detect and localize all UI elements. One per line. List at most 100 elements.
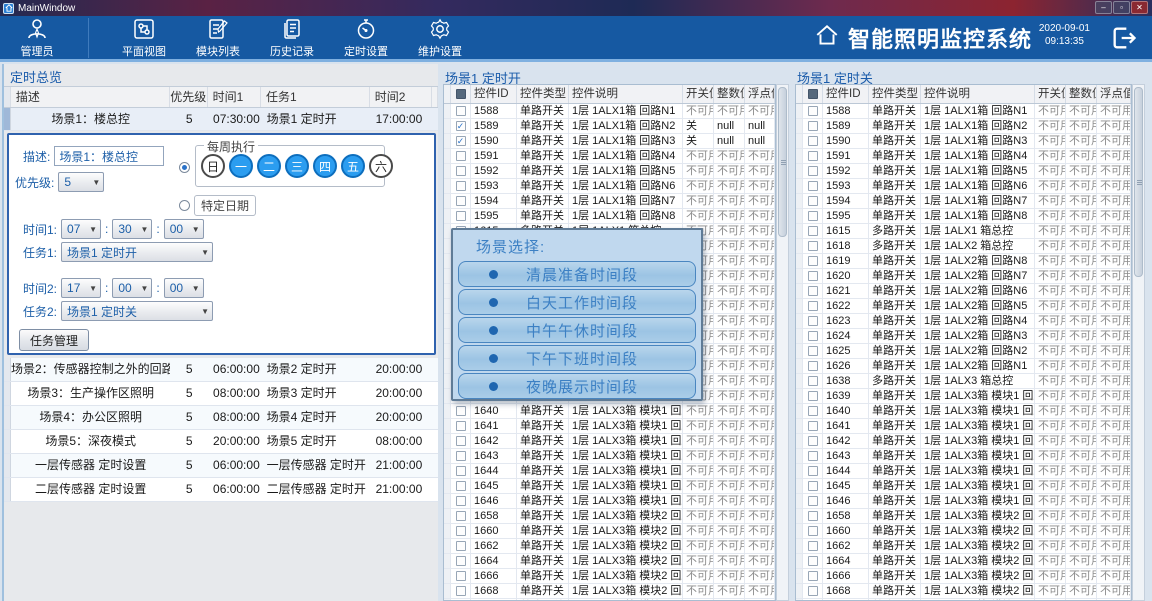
time2-second-select[interactable]: 00▼ [164,278,204,298]
row-checkbox[interactable] [451,134,471,148]
row-checkbox[interactable] [803,134,823,148]
table-row[interactable]: 1589单路开关1层 1ALX1箱 回路N2不可用不可用不可用 [796,119,1131,134]
table-row[interactable]: 1591单路开关1层 1ALX1箱 回路N4不可用不可用不可用 [444,149,775,164]
row-checkbox[interactable] [803,119,823,133]
toolbar-item-timer-settings[interactable]: 定时设置 [329,16,403,60]
overview-row[interactable]: 场景5：深夜模式520:00:00场景5 定时开08:00:00场景 [4,430,438,454]
table-row[interactable]: 1590单路开关1层 1ALX1箱 回路N3不可用不可用不可用 [796,134,1131,149]
toolbar-item-module-list[interactable]: 模块列表 [181,16,255,60]
time2-minute-select[interactable]: 00▼ [112,278,152,298]
table-row[interactable]: 1620单路开关1层 1ALX2箱 回路N7不可用不可用不可用 [796,269,1131,284]
weekday-toggle[interactable]: 日 [201,154,225,178]
row-checkbox[interactable] [451,164,471,178]
maximize-button[interactable]: ▫ [1113,1,1130,14]
table-row[interactable]: 1639单路开关1层 1ALX3箱 模块1 回路N8不可用不可用不可用 [796,389,1131,404]
column-header[interactable]: 开关值 [1035,85,1066,103]
table-row[interactable]: 1642单路开关1层 1ALX3箱 模块1 回路N5不可用不可用不可用 [444,434,775,449]
row-checkbox[interactable] [451,524,471,538]
toolbar-item-admin[interactable]: 管理员 [0,16,74,60]
row-checkbox[interactable] [803,374,823,388]
table-row[interactable]: 1668单路开关1层 1ALX3箱 模块2 回路N14不可用不可用不可用 [796,584,1131,599]
row-checkbox[interactable] [803,239,823,253]
scene-time-button[interactable]: 夜晚展示时间段 [458,373,696,399]
weekly-radio[interactable] [179,162,190,173]
table-row[interactable]: 1666单路开关1层 1ALX3箱 模块2 回路N13不可用不可用不可用 [444,569,775,584]
select-all-checkbox[interactable] [803,85,823,103]
table-row[interactable]: 1640单路开关1层 1ALX3箱 模块1 回路N7不可用不可用不可用 [796,404,1131,419]
row-checkbox[interactable] [451,419,471,433]
desc-input[interactable] [54,146,164,166]
column-header[interactable]: 浮点值 [1097,85,1131,103]
table-row[interactable]: 1618多路开关1层 1ALX2 箱总控不可用不可用不可用 [796,239,1131,254]
table-row[interactable]: 1642单路开关1层 1ALX3箱 模块1 回路N5不可用不可用不可用 [796,434,1131,449]
time1-hour-select[interactable]: 07▼ [61,219,101,239]
row-checkbox[interactable] [451,569,471,583]
overview-selected-row[interactable]: 场景1：楼总控507:30:00场景1 定时开17:00:00场景 [4,108,438,131]
table-row[interactable]: 1640单路开关1层 1ALX3箱 模块1 回路N7不可用不可用不可用 [444,404,775,419]
table-row[interactable]: 1593单路开关1层 1ALX1箱 回路N6不可用不可用不可用 [444,179,775,194]
table-row[interactable]: 1594单路开关1层 1ALX1箱 回路N7不可用不可用不可用 [444,194,775,209]
weekday-toggle[interactable]: 三 [285,154,309,178]
row-checkbox[interactable] [451,449,471,463]
toolbar-item-plan-view[interactable]: 平面视图 [107,16,181,60]
row-checkbox[interactable] [803,164,823,178]
row-checkbox[interactable] [803,584,823,598]
task1-select[interactable]: 场景1 定时开▼ [61,242,213,262]
row-checkbox[interactable] [803,209,823,223]
logout-button[interactable] [1110,24,1138,57]
table-row[interactable]: 1645单路开关1层 1ALX3箱 模块1 回路N2不可用不可用不可用 [444,479,775,494]
scrollbar-thumb[interactable] [778,87,787,237]
row-checkbox[interactable] [451,194,471,208]
row-checkbox[interactable] [803,464,823,478]
table-row[interactable]: 1644单路开关1层 1ALX3箱 模块1 回路N3不可用不可用不可用 [444,464,775,479]
column-header[interactable]: 任务2 [432,87,438,107]
column-header[interactable]: 控件类型 [869,85,921,103]
weekday-toggle[interactable]: 五 [341,154,365,178]
table-row[interactable]: 1638多路开关1层 1ALX3 箱总控不可用不可用不可用 [796,374,1131,389]
row-checkbox[interactable] [803,389,823,403]
row-checkbox[interactable] [803,179,823,193]
time2-hour-select[interactable]: 17▼ [61,278,101,298]
row-checkbox[interactable] [803,434,823,448]
table-row[interactable]: 1595单路开关1层 1ALX1箱 回路N8不可用不可用不可用 [796,209,1131,224]
row-checkbox[interactable] [451,554,471,568]
table-row[interactable]: 1643单路开关1层 1ALX3箱 模块1 回路N4不可用不可用不可用 [796,449,1131,464]
row-checkbox[interactable] [451,149,471,163]
overview-row[interactable]: 一层传感器 定时设置506:00:00一层传感器 定时开21:00:00一层 [4,454,438,478]
table-row[interactable]: 1592单路开关1层 1ALX1箱 回路N5不可用不可用不可用 [444,164,775,179]
task2-select[interactable]: 场景1 定时关▼ [61,301,213,321]
table-row[interactable]: 1658单路开关1层 1ALX3箱 模块2 回路N9不可用不可用不可用 [796,509,1131,524]
task-manage-button[interactable]: 任务管理 [19,329,89,351]
weekday-toggle[interactable]: 六 [369,154,393,178]
table-row[interactable]: 1615多路开关1层 1ALX1 箱总控不可用不可用不可用 [796,224,1131,239]
row-checkbox[interactable] [803,479,823,493]
row-checkbox[interactable] [451,494,471,508]
row-checkbox[interactable] [451,209,471,223]
column-header[interactable]: 控件ID [823,85,869,103]
column-header[interactable]: 控件类型 [517,85,569,103]
row-checkbox[interactable] [451,104,471,118]
table-row[interactable]: 1591单路开关1层 1ALX1箱 回路N4不可用不可用不可用 [796,149,1131,164]
row-checkbox[interactable] [803,284,823,298]
column-header[interactable]: 整数值 [714,85,745,103]
row-checkbox[interactable] [451,179,471,193]
table-row[interactable]: 1590单路开关1层 1ALX1箱 回路N3关nullnull [444,134,775,149]
row-checkbox[interactable] [803,254,823,268]
toolbar-item-maintenance[interactable]: 维护设置 [403,16,477,60]
row-checkbox[interactable] [803,329,823,343]
row-checkbox[interactable] [451,464,471,478]
table-row[interactable]: 1592单路开关1层 1ALX1箱 回路N5不可用不可用不可用 [796,164,1131,179]
timer-off-scrollbar[interactable] [1132,84,1145,601]
weekday-toggle[interactable]: 一 [229,154,253,178]
table-row[interactable]: 1658单路开关1层 1ALX3箱 模块2 回路N9不可用不可用不可用 [444,509,775,524]
table-row[interactable]: 1643单路开关1层 1ALX3箱 模块1 回路N4不可用不可用不可用 [444,449,775,464]
table-row[interactable]: 1660单路开关1层 1ALX3箱 模块2 回路N10不可用不可用不可用 [444,524,775,539]
table-row[interactable]: 1641单路开关1层 1ALX3箱 模块1 回路N6不可用不可用不可用 [444,419,775,434]
column-header[interactable]: 开关值 [683,85,714,103]
table-row[interactable]: 1623单路开关1层 1ALX2箱 回路N4不可用不可用不可用 [796,314,1131,329]
row-checkbox[interactable] [803,419,823,433]
row-checkbox[interactable] [451,404,471,418]
table-row[interactable]: 1588单路开关1层 1ALX1箱 回路N1不可用不可用不可用 [796,104,1131,119]
row-checkbox[interactable] [803,344,823,358]
close-button[interactable]: ✕ [1131,1,1148,14]
